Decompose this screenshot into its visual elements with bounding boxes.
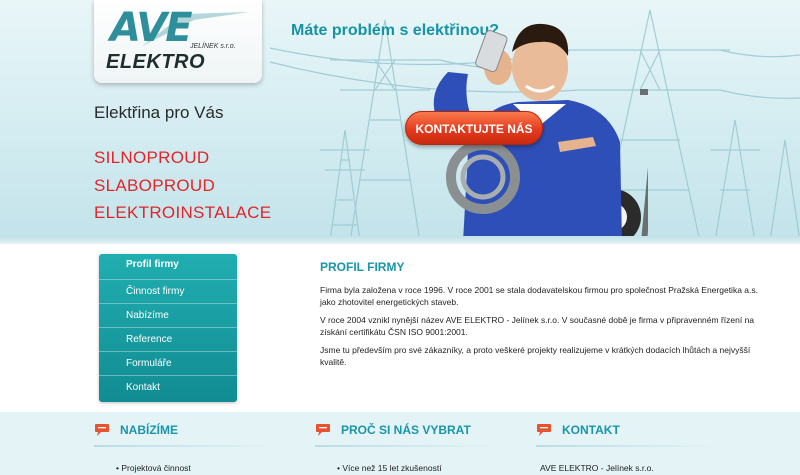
footer-column-proc-si-nas-vybrat: PROČ SI NÁS VYBRAT • Více než 15 let zku… bbox=[315, 420, 515, 473]
service-item: ELEKTROINSTALACE bbox=[94, 203, 272, 222]
logo-wordmark: AVE bbox=[110, 5, 193, 51]
footer-column-nabizime: NABÍZÍME • Projektová činnost bbox=[94, 420, 294, 473]
divider bbox=[536, 445, 716, 447]
speech-bubble-icon bbox=[537, 424, 551, 436]
service-item: SILNOPROUD bbox=[94, 148, 210, 167]
contact-company-name: AVE ELEKTRO - Jelínek s.r.o. bbox=[540, 463, 654, 473]
article-paragraph: Firma byla založena v roce 1996. V roce … bbox=[320, 285, 758, 307]
speech-bubble-icon bbox=[316, 424, 330, 436]
footer-list-item-label: Více než 15 let zkušeností bbox=[342, 463, 442, 473]
hero-title: Elektřina pro Vás bbox=[94, 103, 224, 122]
menu-item-profil-firmy[interactable]: Profil firmy bbox=[99, 254, 237, 280]
hero-banner: AVE JELÍNEK s.r.o. ELEKTRO Máte problém … bbox=[0, 0, 800, 242]
side-menu: Profil firmy Činnost firmy Nabízíme Refe… bbox=[99, 254, 237, 402]
menu-item-reference[interactable]: Reference bbox=[99, 328, 237, 352]
service-item: SLABOPROUD bbox=[94, 175, 216, 195]
hero-divider bbox=[0, 236, 800, 244]
article-paragraph: V roce 2004 vznikl nynější název AVE ELE… bbox=[320, 315, 755, 337]
footer-column-title: KONTAKT bbox=[562, 423, 620, 437]
logo[interactable]: AVE JELÍNEK s.r.o. ELEKTRO bbox=[94, 0, 262, 83]
footer-column-title: PROČ SI NÁS VYBRAT bbox=[341, 423, 471, 437]
contact-us-button[interactable]: KONTAKTUJTE NÁS bbox=[405, 111, 543, 145]
article-paragraph: Jsme tu především pro své zákazníky, a p… bbox=[320, 345, 751, 367]
speech-bubble-icon bbox=[95, 424, 109, 436]
footer-column-kontakt: KONTAKT AVE ELEKTRO - Jelínek s.r.o. bbox=[536, 420, 736, 473]
logo-subtitle: ELEKTRO bbox=[106, 51, 206, 73]
footer-list-item[interactable]: • Projektová činnost bbox=[116, 463, 191, 473]
footer-list-item: • Více než 15 let zkušeností bbox=[337, 463, 442, 473]
footer-column-title: NABÍZÍME bbox=[120, 423, 178, 437]
article-title: PROFIL FIRMY bbox=[320, 260, 405, 274]
services-list: SILNOPROUD SLABOPROUD ELEKTROINSTALACE bbox=[94, 144, 271, 227]
menu-item-nabizime[interactable]: Nabízíme bbox=[99, 304, 237, 328]
article: PROFIL FIRMY Firma byla založena v roce … bbox=[320, 260, 760, 374]
menu-item-kontakt[interactable]: Kontakt bbox=[99, 376, 237, 400]
menu-item-formulare[interactable]: Formuláře bbox=[99, 352, 237, 376]
divider bbox=[315, 445, 495, 447]
menu-item-cinnost-firmy[interactable]: Činnost firmy bbox=[99, 280, 237, 304]
logo-owner: JELÍNEK s.r.o. bbox=[190, 43, 236, 50]
footer-list-item-label: Projektová činnost bbox=[121, 463, 191, 473]
divider bbox=[94, 445, 274, 447]
